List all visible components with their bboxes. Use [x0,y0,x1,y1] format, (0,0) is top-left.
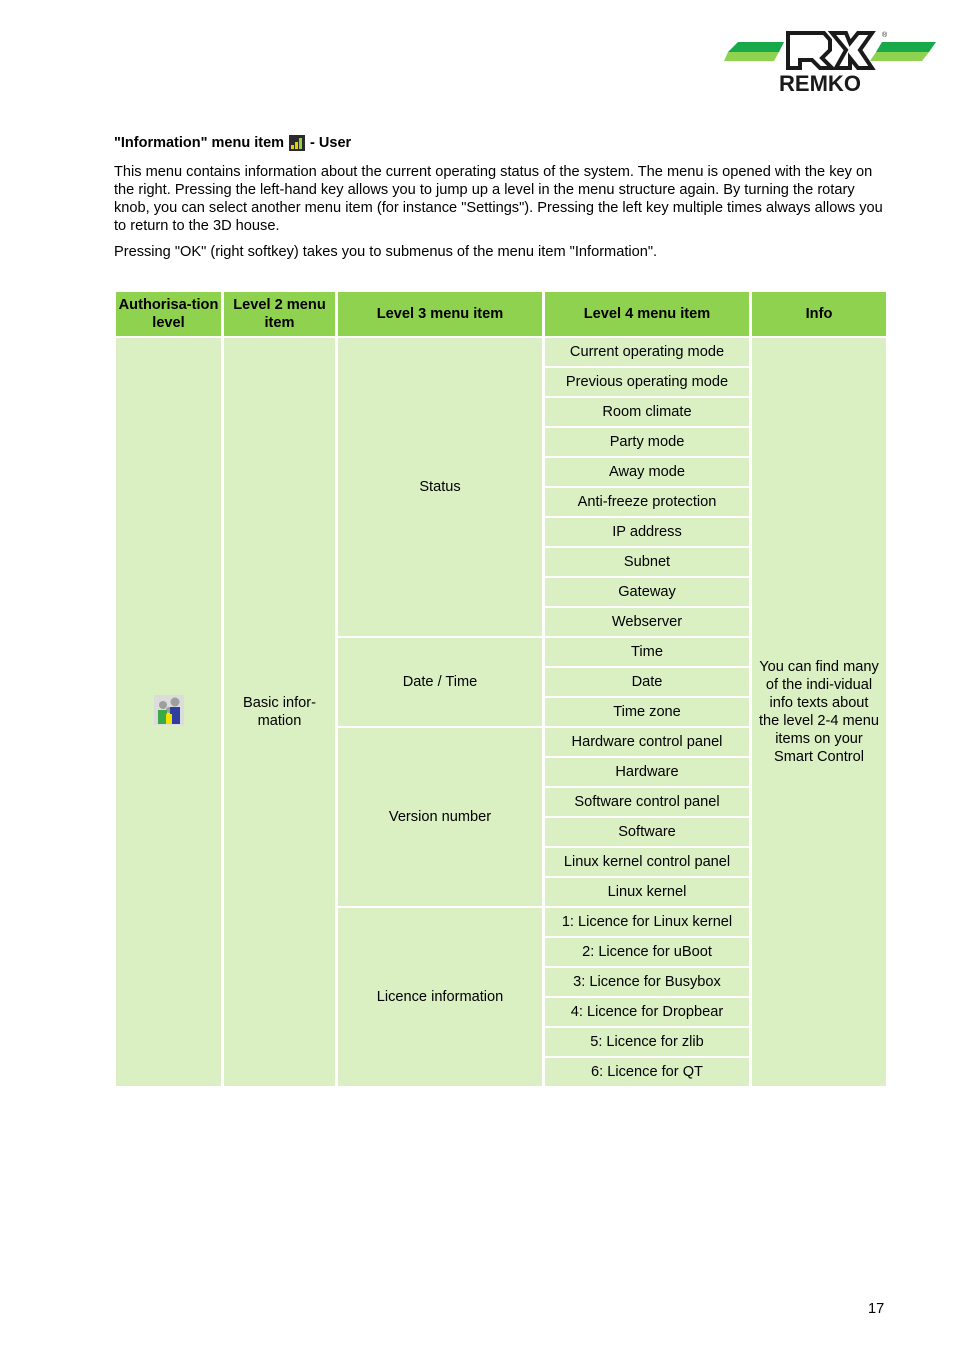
level4-cell: Hardware control panel [545,728,749,756]
header-authorisation-level: Authorisa-tion level [116,292,221,336]
header-info: Info [752,292,886,336]
level4-cell: Time zone [545,698,749,726]
level4-cell: Subnet [545,548,749,576]
section-heading: "Information" menu item - User [114,135,351,151]
level3-cell: Version number [338,728,542,906]
user-family-icon [153,694,184,725]
level2-cell: Basic infor-mation [224,338,335,1086]
level4-cell: Away mode [545,458,749,486]
level4-cell: 1: Licence for Linux kernel [545,908,749,936]
level4-cell: Party mode [545,428,749,456]
header-level2: Level 2 menu item [224,292,335,336]
level4-cell: Room climate [545,398,749,426]
info-cell: You can find many of the indi-vidual inf… [752,338,886,1086]
intro-paragraph: This menu contains information about the… [114,164,883,234]
table-body: Basic infor-mation Status Current operatin… [116,338,886,1086]
level3-cell: Licence information [338,908,542,1086]
information-bar-chart-icon [289,135,306,151]
heading-prefix: "Information" menu item [114,135,285,151]
registered-mark: ® [882,31,888,39]
heading-suffix: - User [310,135,352,151]
level4-cell: Linux kernel control panel [545,848,749,876]
level4-cell: IP address [545,518,749,546]
level4-cell: 5: Licence for zlib [545,1028,749,1056]
level3-cell: Date / Time [338,638,542,726]
level4-cell: Gateway [545,578,749,606]
level4-cell: Hardware [545,758,749,786]
level4-cell: Time [545,638,749,666]
header-level3: Level 3 menu item [338,292,542,336]
level4-cell: Previous operating mode [545,368,749,396]
level4-cell: Software [545,818,749,846]
table-header-row: Authorisa-tion level Level 2 menu item L… [116,292,886,336]
table-row: Basic infor-mation Status Current operatin… [116,338,886,1086]
level4-cell: Software control panel [545,788,749,816]
logo-brand-text: REMKO [779,71,861,94]
level3-cell: Status [338,338,542,636]
level4-cell: 2: Licence for uBoot [545,938,749,966]
remko-logo-graphic: REMKO ® [724,31,936,96]
level4-cell: Current operating mode [545,338,749,366]
level4-cell: Webserver [545,608,749,636]
level4-cell: Linux kernel [545,878,749,906]
level4-cell: Anti-freeze protection [545,488,749,516]
remko-logo: REMKO ® [724,28,938,96]
ok-paragraph: Pressing "OK" (right softkey) takes you … [114,244,658,260]
level4-cell: 6: Licence for QT [545,1058,749,1086]
level4-cell: 4: Licence for Dropbear [545,998,749,1026]
menu-structure-table: Authorisa-tion level Level 2 menu item L… [113,290,889,1088]
page-number: 17 [868,1301,885,1317]
level4-cell: Date [545,668,749,696]
header-level4: Level 4 menu item [545,292,749,336]
authorisation-level-cell [116,338,221,1086]
level4-cell: 3: Licence for Busybox [545,968,749,996]
